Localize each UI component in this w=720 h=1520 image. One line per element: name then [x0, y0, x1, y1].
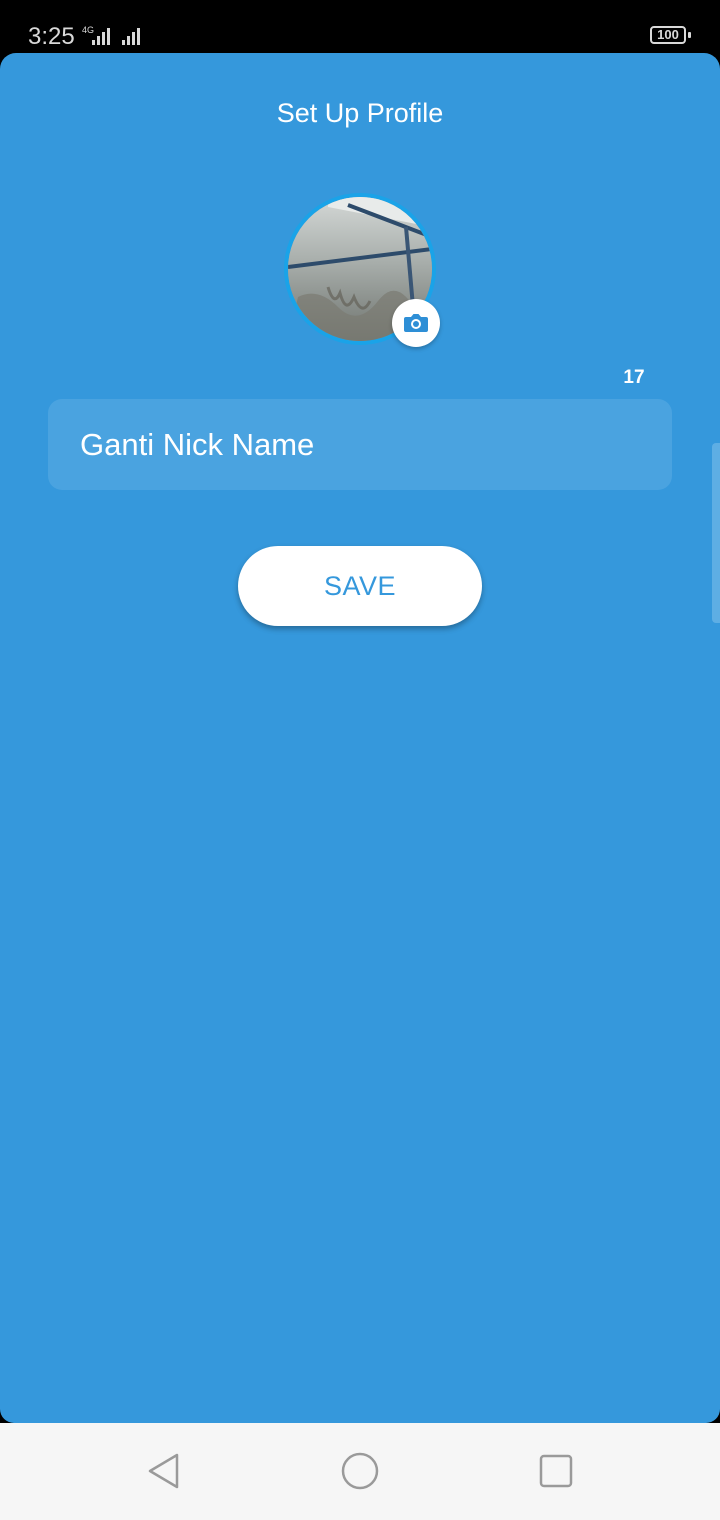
- battery-level: 100: [657, 27, 679, 42]
- page-title: Set Up Profile: [276, 98, 444, 128]
- navigation-bar: [0, 1423, 720, 1520]
- status-time: 3:25: [28, 23, 75, 50]
- camera-icon: [404, 314, 428, 332]
- status-bar: 3:25 4G 100: [0, 0, 720, 56]
- home-circle-icon[interactable]: [340, 1451, 380, 1491]
- signal-icon: [92, 28, 140, 45]
- recents-square-icon[interactable]: [536, 1451, 576, 1491]
- avatar-container: [284, 193, 440, 347]
- battery-icon: 100: [650, 26, 686, 44]
- character-counter: 17: [623, 367, 645, 388]
- battery-tip: [688, 32, 691, 38]
- save-button[interactable]: SAVE: [238, 546, 482, 626]
- nickname-field[interactable]: [48, 399, 672, 490]
- setup-profile-screen: Set Up Profile 17 Ganti Nick Name SAVE: [0, 53, 720, 1423]
- change-photo-button[interactable]: [392, 299, 440, 347]
- back-triangle-icon[interactable]: [144, 1451, 184, 1491]
- scrollbar[interactable]: [712, 443, 720, 623]
- nickname-input[interactable]: [80, 399, 640, 490]
